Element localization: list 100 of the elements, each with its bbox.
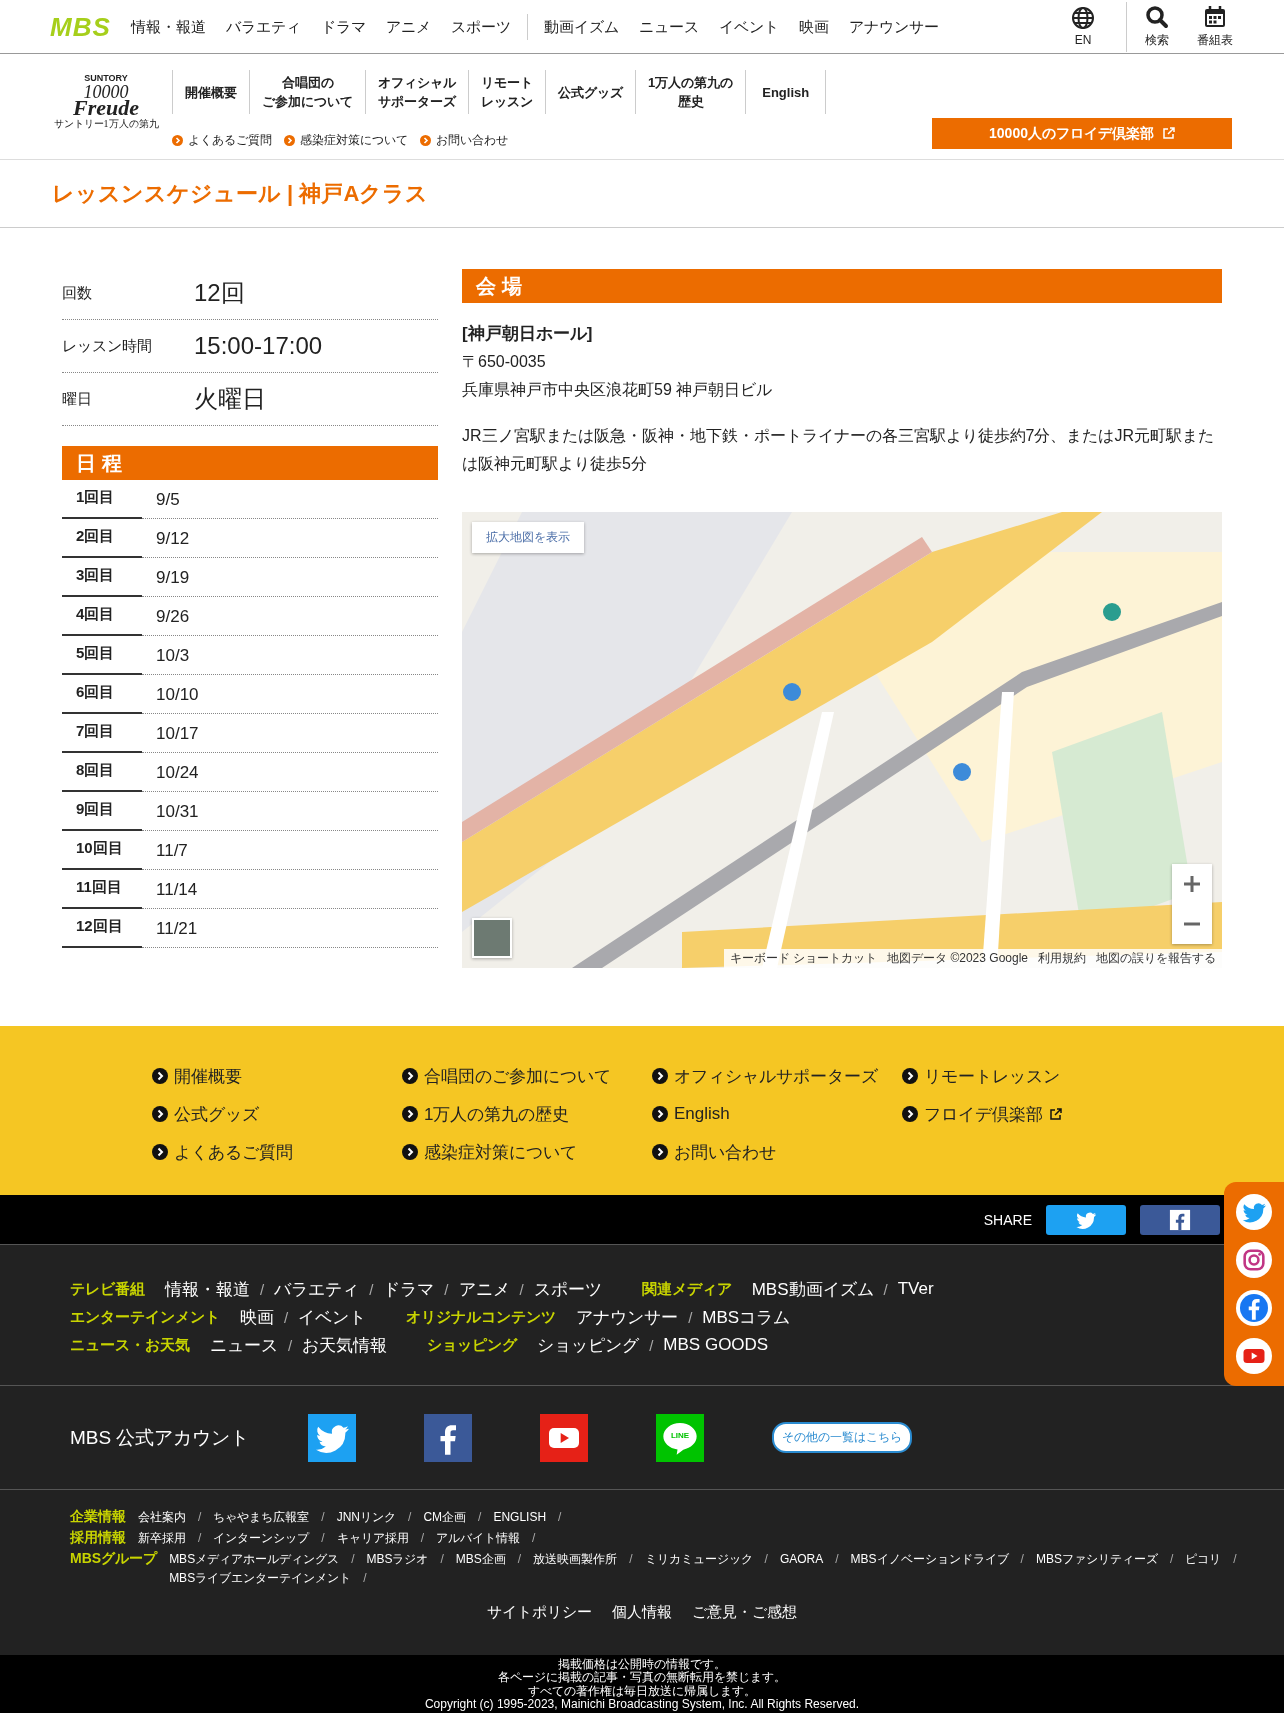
footer-link[interactable]: 放送映画製作所 [533,1551,618,1568]
footer-link[interactable]: ショッピング [537,1333,640,1357]
footer-link[interactable]: リモートレッスン [902,1064,1152,1088]
footer-link[interactable]: アニメ [458,1277,510,1301]
separator: / [1169,1551,1174,1568]
category-label: 採用情報 [70,1529,126,1547]
footer-link[interactable]: サイトポリシー [487,1603,592,1622]
nav-link[interactable]: アナウンサー [848,13,939,40]
footer-link[interactable]: 情報・報道 [165,1277,250,1301]
footer-link[interactable]: CM企画 [423,1509,467,1526]
footer-link[interactable]: MBSファシリティーズ [1035,1551,1158,1568]
footer-link[interactable]: MBSライブエンターテインメント [169,1570,352,1587]
footer-link[interactable]: お問い合わせ [652,1140,902,1164]
map-type-button[interactable] [472,918,512,958]
footer-link[interactable]: ミリカミュージック [644,1551,753,1568]
footer-link[interactable]: 開催概要 [152,1064,402,1088]
nav-link[interactable]: リモート レッスン [468,70,545,114]
nav-link[interactable]: 1万人の第九の 歴史 [635,70,746,114]
footer-link[interactable]: ピコリ [1185,1551,1222,1568]
sub-link[interactable]: 感染症対策について [284,132,408,149]
info-value: 火曜日 [194,384,266,414]
separator: / [532,1530,536,1547]
separator: / [198,1530,202,1547]
footer-link[interactable]: 感染症対策について [402,1140,652,1164]
nav-link[interactable]: English [745,70,827,114]
nav-link[interactable]: イベント [718,13,779,40]
footer-link[interactable]: キャリア採用 [336,1530,409,1547]
map-link[interactable]: 地図の誤りを報告する [1096,950,1216,967]
separator: / [288,1336,293,1354]
twitter-share-button[interactable] [1046,1204,1126,1235]
footer-link[interactable]: MBS企画 [455,1551,506,1568]
nav-link[interactable]: スポーツ [450,13,511,40]
nav-link[interactable]: バラエティ [225,13,301,40]
nav-link[interactable]: 情報・報道 [130,13,206,40]
footer-link[interactable]: MBSコラム [702,1305,791,1329]
footer-link[interactable]: MBSイノベーションドライブ [850,1551,1009,1568]
footer-link[interactable]: 新卒採用 [138,1530,186,1547]
footer-link[interactable]: 合唱団のご参加について [402,1064,652,1088]
lesson-date: 9/5 [142,480,438,519]
nav-link[interactable]: 合唱団の ご参加について [249,70,365,114]
footer-link[interactable]: MBS GOODS [663,1335,769,1355]
footer-link[interactable]: アルバイト情報 [436,1530,521,1547]
separator: / [558,1509,562,1526]
footer-link[interactable]: お天気情報 [302,1333,388,1357]
nav-link[interactable]: オフィシャル サポーターズ [365,70,468,114]
facebook-link[interactable] [424,1413,472,1462]
zoom-in-button[interactable] [1172,864,1212,904]
map-link[interactable]: 利用規約 [1038,950,1086,967]
sub-link[interactable]: お問い合わせ [420,132,508,149]
footer-link[interactable]: バラエティ [274,1277,360,1301]
plus-icon [1183,875,1201,893]
footer-link[interactable]: MBS動画イズム [751,1277,874,1301]
search-button[interactable]: 検索 [1126,1,1186,52]
footer-link[interactable]: オフィシャルサポーターズ [652,1064,902,1088]
nav-link[interactable]: 動画イズム [543,13,619,40]
map-link[interactable]: キーボード ショートカット [729,950,878,967]
footer-link[interactable]: GAORA [779,1551,824,1568]
footer-link[interactable]: 1万人の第九の歴史 [402,1102,652,1126]
twitter-link[interactable] [308,1413,356,1462]
larger-map-button[interactable]: 拡大地図を表示 [472,522,584,553]
calendar-button[interactable]: 番組表 [1186,1,1244,52]
footer-link[interactable]: ドラマ [383,1277,435,1301]
footer-link[interactable]: フロイデ倶楽部 [902,1102,1152,1126]
nav-link[interactable]: 開催概要 [172,70,249,114]
nav-link[interactable]: アニメ [385,13,431,40]
footer-link[interactable]: 個人情報 [612,1603,672,1622]
footer-link[interactable]: インターンシップ [213,1530,310,1547]
lesson-number: 7回目 [62,714,142,753]
nav-link[interactable]: 公式グッズ [545,70,635,114]
footer-link[interactable]: 公式グッズ [152,1102,402,1126]
facebook-share-button[interactable] [1140,1204,1220,1235]
nav-link[interactable]: ドラマ [320,13,366,40]
footer-link[interactable]: 会社案内 [138,1509,186,1526]
footer-link[interactable]: ご意見・ご感想 [692,1603,797,1622]
footer-link[interactable]: ニュース [210,1333,278,1357]
footer-link[interactable]: スポーツ [533,1277,602,1301]
minus-icon [1183,922,1201,926]
footer-link[interactable]: MBSメディアホールディングス [169,1551,340,1568]
more-accounts-button[interactable]: その他の一覧はこちら [772,1422,912,1453]
footer-link[interactable]: English [652,1102,902,1126]
footer-link[interactable]: MBSラジオ [366,1551,429,1568]
footer-link[interactable]: アナウンサー [576,1305,679,1329]
instagram-link[interactable] [1236,1242,1272,1278]
nav-link[interactable]: 映画 [798,13,829,40]
footer-link[interactable]: TVer [897,1279,934,1299]
venue-address: 兵庫県神戸市中央区浪花町59 神戸朝日ビル [462,380,774,400]
nav-link[interactable]: ニュース [638,13,699,40]
globe-button[interactable]: EN [1054,1,1112,52]
footer-link[interactable]: JNNリンク [336,1509,397,1526]
event-logo[interactable]: SUNTORY 10000 Freude サントリー1万人の第九 [50,74,162,149]
footer-link[interactable]: 映画 [240,1305,274,1329]
footer-link[interactable]: ちゃやまち広報室 [213,1509,310,1526]
footer-link[interactable]: よくあるご質問 [152,1140,402,1164]
footer-link[interactable]: ENGLISH [493,1509,547,1526]
separator: / [519,1280,524,1298]
youtube-link[interactable] [540,1413,588,1462]
lesson-date: 11/14 [142,870,438,909]
chevron-icon [402,1068,418,1084]
sub-link[interactable]: よくあるご質問 [172,132,272,149]
footer-link[interactable]: イベント [298,1305,367,1329]
